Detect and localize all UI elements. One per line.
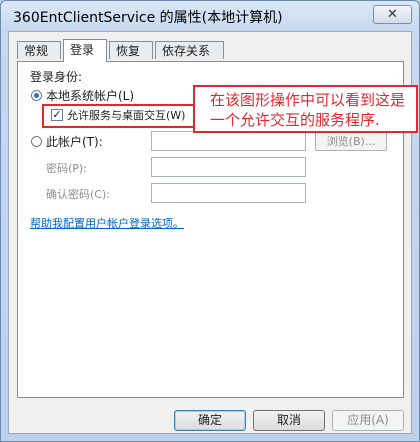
help-link[interactable]: 帮助我配置用户帐户登录选项。 bbox=[30, 215, 184, 231]
this-account-radio[interactable] bbox=[31, 136, 42, 147]
properties-window: 360EntClientService 的属性(本地计算机) ✕ 常规 登录 恢… bbox=[0, 0, 420, 442]
ok-button[interactable]: 确定 bbox=[174, 410, 246, 431]
confirm-password-input[interactable] bbox=[151, 183, 306, 203]
this-account-label: 此帐户(T): bbox=[46, 135, 103, 149]
title-bar: 360EntClientService 的属性(本地计算机) ✕ bbox=[1, 1, 419, 29]
cancel-button[interactable]: 取消 bbox=[253, 410, 325, 431]
annotation-line-1: 在该图形操作中可以看到这是 bbox=[210, 91, 406, 109]
annotation-callout: 在该图形操作中可以看到这是 一个允许交互的服务程序. bbox=[193, 85, 418, 133]
tab-logon[interactable]: 登录 bbox=[63, 39, 107, 62]
logon-as-label: 登录身份: bbox=[30, 70, 83, 84]
tab-dependencies[interactable]: 依存关系 bbox=[155, 41, 224, 59]
tab-recovery[interactable]: 恢复 bbox=[109, 41, 153, 59]
password-input[interactable] bbox=[151, 157, 306, 177]
close-button[interactable]: ✕ bbox=[373, 5, 412, 24]
local-system-radio[interactable] bbox=[31, 90, 42, 101]
browse-button[interactable]: 浏览(B)... bbox=[315, 132, 387, 151]
tab-general[interactable]: 常规 bbox=[17, 41, 61, 59]
password-label: 密码(P): bbox=[46, 162, 87, 175]
confirm-password-label: 确认密码(C): bbox=[46, 188, 110, 201]
allow-desktop-checkbox[interactable]: ✓ bbox=[51, 109, 63, 121]
annotation-line-2: 一个允许交互的服务程序. bbox=[210, 111, 380, 129]
account-input[interactable] bbox=[151, 131, 306, 151]
window-title: 360EntClientService 的属性(本地计算机) bbox=[13, 10, 283, 26]
apply-button[interactable]: 应用(A) bbox=[332, 410, 404, 431]
close-icon: ✕ bbox=[387, 7, 398, 22]
local-system-label: 本地系统帐户(L) bbox=[46, 89, 135, 103]
allow-desktop-label: 允许服务与桌面交互(W) bbox=[67, 109, 186, 122]
